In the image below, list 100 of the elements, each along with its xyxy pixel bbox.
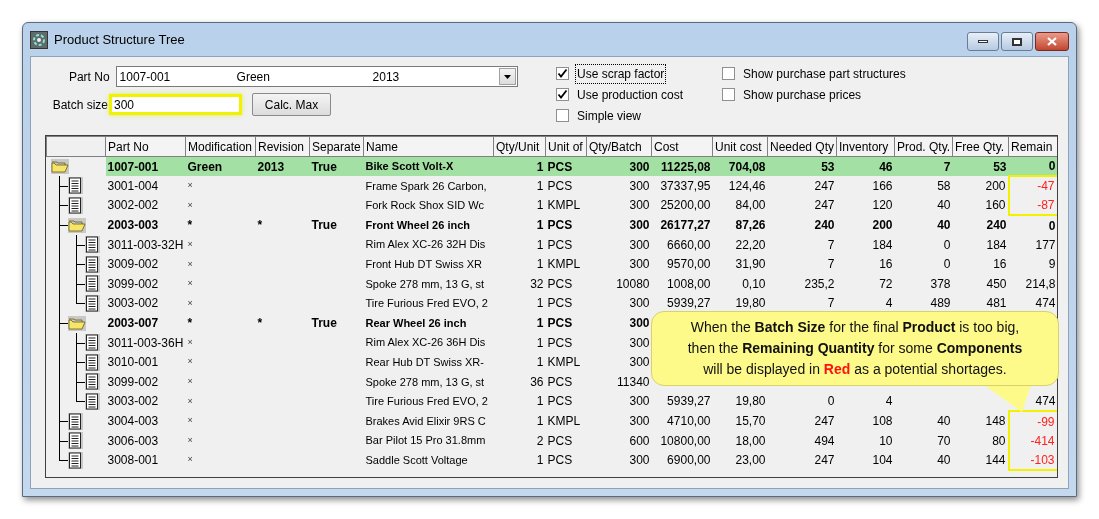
table-cell-text: 481 [985, 295, 1008, 313]
table-cell-text: * [186, 315, 194, 333]
document-icon [84, 353, 100, 371]
checkbox[interactable] [556, 67, 569, 80]
column-header[interactable]: Cost [651, 136, 713, 157]
table-cell-text: 3011-003-32H [106, 236, 185, 254]
column-header[interactable]: Separate [309, 136, 364, 157]
table-cell-text: 5939,27 [666, 393, 712, 411]
checkbox-label[interactable]: Use production cost [575, 84, 686, 105]
table-cell-text: Brakes Avid Elixir 9RS C [364, 413, 487, 429]
table-cell-text: × [186, 198, 194, 212]
maximize-button[interactable] [1001, 32, 1033, 51]
table-cell-text: 9570,00 [666, 256, 712, 274]
table-cell-text: 2003-007 [106, 315, 160, 333]
folder-icon [50, 159, 69, 175]
column-header[interactable]: Inventory [836, 136, 895, 157]
table-cell-text: PCS [546, 452, 574, 470]
callout-text: When the Batch Size for the final Product is too big, then the Remaining Quantity for some Components will be displayed in Red as a potential shortages. [687, 318, 1023, 379]
column-header[interactable]: Unit of [545, 136, 587, 157]
table-cell-text: 84,00 [734, 197, 767, 215]
column-header[interactable]: Needed Qty [767, 136, 837, 157]
table-cell-text: 1 [535, 452, 545, 470]
checkmark-icon [557, 89, 568, 100]
table-cell-text: 247 [813, 452, 836, 470]
table-cell-text: 15,70 [734, 413, 767, 430]
column-header[interactable]: Prod. Qty. [894, 136, 953, 157]
minimize-button[interactable] [967, 32, 999, 51]
close-icon [1047, 37, 1057, 46]
table-cell: -47 [1008, 176, 1057, 196]
table-cell-text: 247 [813, 413, 836, 430]
checkbox[interactable] [722, 88, 735, 101]
table-cell-text: 300 [628, 236, 651, 254]
document-icon [67, 432, 83, 450]
checkbox-label[interactable]: Use scrap factor [575, 63, 667, 84]
table-cell-text: 300 [628, 334, 651, 352]
part-number-dropdown[interactable]: 1007-001 Green 2013 [115, 66, 518, 87]
table-cell-text: 1 [535, 236, 545, 254]
table-cell-text: 3099-002 [106, 373, 160, 391]
table-cell-text: 235,2 [803, 275, 836, 293]
checkbox[interactable] [556, 109, 569, 122]
table-cell-text: True [310, 217, 338, 235]
table-cell-text: 40 [936, 413, 952, 430]
table-cell-text: 4710,00 [666, 413, 712, 430]
table-cell-text: 1 [535, 295, 545, 313]
table-cell-text: 300 [628, 452, 651, 470]
table-cell-text: 1 [535, 334, 545, 352]
column-header[interactable]: Revision [255, 136, 310, 157]
column-header[interactable]: Remain [1008, 136, 1057, 157]
app-icon [30, 30, 48, 49]
table-cell-text: 4 [884, 393, 894, 411]
table-cell-text: PCS [546, 334, 574, 352]
table-cell-text: PCS [546, 236, 574, 254]
table-cell-text: 70 [936, 432, 952, 450]
table-cell: 37337,95 [651, 176, 713, 196]
column-header[interactable]: Name [363, 136, 494, 157]
table-cell-text: 214,8 [1024, 275, 1057, 293]
table-cell-text: 300 [628, 315, 651, 333]
table-cell-text: PCS [546, 275, 574, 293]
table-cell-text: 26177,27 [659, 217, 712, 235]
column-header[interactable]: Qty/Unit [493, 136, 546, 157]
document-icon [84, 294, 100, 312]
table-cell-text: 450 [985, 275, 1008, 293]
table-cell-text: PCS [546, 217, 574, 235]
table-cell-text: 16 [878, 256, 894, 274]
table-cell-text: × [186, 296, 194, 310]
column-header[interactable]: Free Qty. [952, 136, 1009, 157]
column-header[interactable]: Unit cost [712, 136, 768, 157]
table-cell-text: × [186, 375, 194, 389]
checkbox[interactable] [556, 88, 569, 101]
folder-icon [67, 217, 86, 233]
column-header[interactable]: Qty/Batch [586, 136, 652, 157]
batch-size-field[interactable]: 300 [109, 94, 242, 115]
table-cell-text: 11340 [616, 373, 651, 391]
checkbox-label[interactable]: Simple view [575, 105, 644, 126]
close-button[interactable] [1035, 32, 1069, 51]
table-cell-text: KMPL [546, 354, 582, 372]
table-cell-text: 7 [826, 256, 836, 274]
table-cell-text: * [256, 217, 264, 235]
dropdown-value: 1007-001 [119, 68, 172, 86]
column-header[interactable]: Part No [105, 136, 186, 157]
checkbox[interactable] [722, 67, 735, 80]
table-cell: 247 [767, 176, 837, 196]
column-header[interactable]: Modification [185, 136, 256, 157]
document-icon [67, 197, 83, 214]
table-cell-text: Spoke 278 mm, 13 G, st [364, 276, 486, 292]
table-cell-text: 0 [942, 256, 952, 274]
table-cell-text: 300 [628, 197, 651, 215]
calc-max-button[interactable]: Calc. Max [252, 93, 331, 116]
table-cell-text: 9 [1047, 256, 1057, 274]
field-label: Batch size [51, 96, 109, 114]
table-cell-text: 104 [871, 452, 894, 470]
table-cell-text: 36 [529, 373, 545, 391]
table-cell-text: 1 [535, 217, 545, 235]
table-cell-text: 3002-002 [106, 197, 160, 215]
checkbox-label[interactable]: Show purchase prices [741, 84, 864, 105]
table-cell-text: Rear Wheel 26 inch [364, 315, 468, 331]
table-cell-text: PCS [546, 315, 574, 333]
table-cell-text: 40 [936, 452, 952, 470]
table-cell-text: PCS [546, 295, 574, 313]
checkbox-label[interactable]: Show purchase part structures [741, 63, 908, 84]
